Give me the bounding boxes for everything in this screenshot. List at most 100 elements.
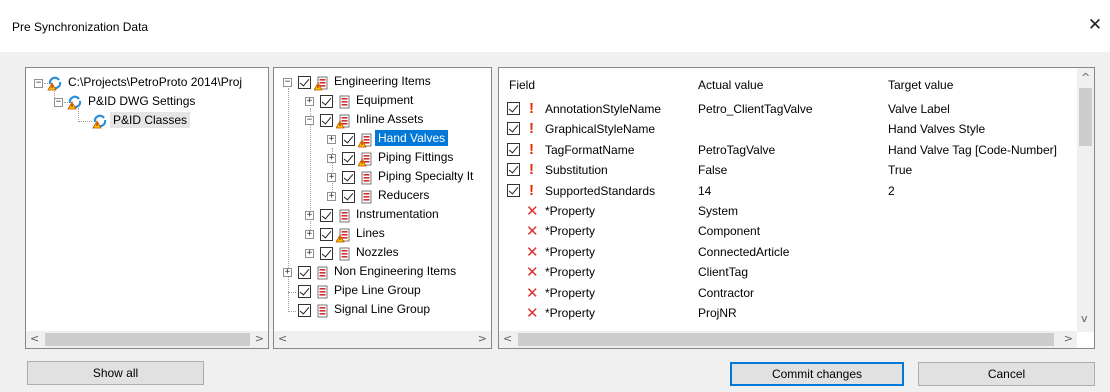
close-icon[interactable]: ✕ (1084, 14, 1106, 36)
delete-icon[interactable]: ✕ (526, 243, 539, 261)
window-title: Pre Synchronization Data (12, 20, 149, 34)
expand-icon[interactable]: + (305, 230, 314, 239)
delete-icon[interactable]: ✕ (526, 263, 539, 281)
horizontal-scrollbar[interactable]: < > (274, 331, 491, 348)
delete-icon[interactable]: ✕ (526, 222, 539, 240)
class-tree-panel[interactable]: − Engineering Items + Equipment − Inline Asse… (273, 67, 492, 349)
target-value-cell: Hand Valves Style (888, 122, 986, 137)
column-header-field[interactable]: Field (509, 78, 535, 92)
expand-icon[interactable]: + (327, 135, 336, 144)
row-checkbox[interactable] (507, 163, 520, 177)
scrollbar-thumb[interactable] (1079, 88, 1092, 146)
show-all-button[interactable]: Show all (27, 361, 204, 385)
delete-icon[interactable]: ✕ (526, 202, 539, 220)
table-row[interactable]: ! GraphicalStyleName Hand Valves Style (499, 119, 1077, 139)
checkbox[interactable] (342, 133, 355, 146)
table-row[interactable]: ! Substitution False True (499, 160, 1077, 180)
tree-label: Piping Fittings (378, 150, 454, 164)
collapse-icon[interactable]: − (305, 116, 314, 125)
actual-value-cell: ClientTag (698, 265, 749, 280)
table-row[interactable]: ✕ *Property Component (499, 221, 1077, 241)
checkbox[interactable] (298, 266, 311, 279)
checkbox[interactable] (320, 209, 333, 222)
scrollbar-thumb[interactable] (518, 333, 1054, 346)
checkbox[interactable] (342, 190, 355, 203)
horizontal-scrollbar[interactable]: < > (26, 331, 268, 348)
tree-label: C:\Projects\PetroProto 2014\Proj (68, 75, 243, 89)
warning-icon: ! (529, 100, 534, 117)
tree-label: Inline Assets (356, 112, 424, 126)
scroll-right-icon[interactable]: > (478, 332, 487, 345)
scrollbar-thumb[interactable] (45, 333, 250, 346)
checkbox[interactable] (320, 114, 333, 127)
field-cell: *Property (545, 285, 596, 300)
scroll-right-icon[interactable]: > (255, 332, 264, 345)
scroll-left-icon[interactable]: < (503, 332, 512, 345)
warning-icon: ! (529, 161, 534, 179)
delete-icon[interactable]: ✕ (526, 304, 539, 322)
list-icon (317, 266, 328, 280)
row-checkbox[interactable] (507, 142, 520, 156)
scroll-right-icon[interactable]: > (1064, 332, 1073, 345)
field-cell: *Property (545, 306, 596, 320)
sync-warning-icon (67, 95, 82, 110)
table-row[interactable]: ! AnnotationStyleName Petro_ClientTagValve… (499, 99, 1077, 119)
tree-label: Hand Valves (375, 130, 449, 146)
checkbox[interactable] (320, 247, 333, 260)
expand-icon[interactable]: + (283, 268, 292, 277)
expand-icon[interactable]: + (305, 97, 314, 106)
tree-label: Reducers (378, 188, 430, 202)
table-row[interactable]: ✕ *Property ConnectedArticle (499, 242, 1077, 262)
checkbox[interactable] (320, 95, 333, 108)
row-checkbox[interactable] (507, 122, 520, 136)
list-icon (339, 95, 350, 109)
row-checkbox[interactable] (507, 102, 520, 115)
table-row[interactable]: ✕ *Property Contractor (499, 283, 1077, 303)
table-row[interactable]: ✕ *Property ClientTag (499, 262, 1077, 282)
diff-grid-panel[interactable]: Field Actual value Target value ! Annotat… (498, 67, 1095, 349)
expand-icon[interactable]: + (305, 249, 314, 258)
scroll-left-icon[interactable]: < (30, 332, 39, 345)
scroll-up-icon[interactable]: ^ (1081, 71, 1090, 84)
collapse-icon[interactable]: − (34, 79, 43, 88)
field-cell: GraphicalStyleName (545, 122, 656, 137)
cancel-button[interactable]: Cancel (918, 362, 1095, 386)
checkbox[interactable] (298, 304, 311, 317)
collapse-icon[interactable]: − (283, 78, 292, 87)
collapse-icon[interactable]: − (54, 98, 63, 107)
checkbox[interactable] (342, 152, 355, 165)
checkbox[interactable] (320, 228, 333, 241)
actual-value-cell: PetroTagValve (698, 142, 776, 157)
horizontal-scrollbar[interactable]: < > (499, 331, 1077, 348)
expand-icon[interactable]: + (327, 192, 336, 201)
expand-icon[interactable]: + (327, 154, 336, 163)
checkbox[interactable] (298, 285, 311, 298)
actual-value-cell: False (698, 163, 728, 178)
list-icon (317, 285, 328, 299)
table-row[interactable]: ✕ *Property System (499, 201, 1077, 221)
actual-value-cell: ProjNR (698, 306, 737, 320)
delete-icon[interactable]: ✕ (526, 284, 539, 302)
commit-changes-button[interactable]: Commit changes (730, 362, 904, 386)
table-row[interactable]: ! TagFormatName PetroTagValve Hand Valve Ta… (499, 140, 1077, 160)
tree-label: P&ID Classes (110, 112, 191, 128)
vertical-scrollbar[interactable]: ^ v (1077, 68, 1094, 332)
scroll-down-icon[interactable]: v (1081, 312, 1088, 325)
tree-label: Signal Line Group (334, 302, 431, 316)
expand-icon[interactable]: + (305, 211, 314, 220)
warning-list-icon (358, 152, 372, 167)
table-row[interactable]: ✕ *Property ProjNR (499, 303, 1077, 323)
column-header-actual[interactable]: Actual value (698, 78, 763, 92)
warning-list-icon (358, 133, 372, 148)
row-checkbox[interactable] (507, 183, 520, 197)
expand-icon[interactable]: + (327, 173, 336, 182)
checkbox[interactable] (298, 76, 311, 89)
project-tree-panel[interactable]: − C:\Projects\PetroProto 2014\Proj − P&I… (25, 67, 269, 349)
tree-line (288, 88, 289, 312)
checkbox[interactable] (342, 171, 355, 184)
table-row[interactable]: ! SupportedStandards 14 2 (499, 181, 1077, 201)
scroll-left-icon[interactable]: < (278, 332, 287, 345)
column-header-target[interactable]: Target value (888, 78, 953, 92)
warning-icon: ! (529, 120, 534, 138)
warning-list-icon (336, 114, 350, 129)
